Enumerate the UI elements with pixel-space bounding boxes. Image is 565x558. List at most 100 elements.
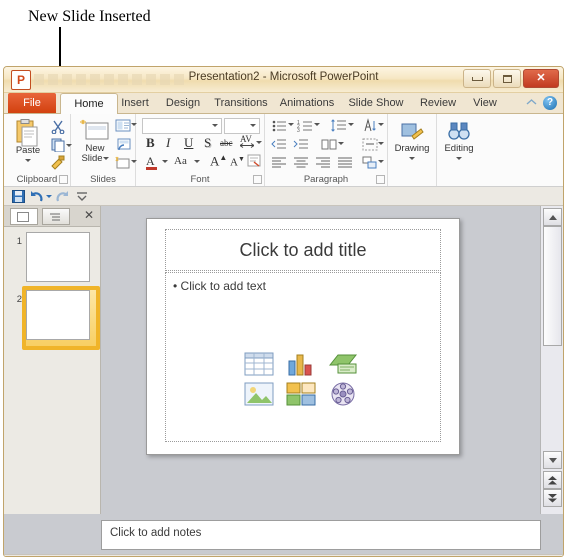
text-shadow-button[interactable]: S (204, 135, 211, 151)
bullets-icon[interactable] (271, 118, 287, 133)
quick-access-toolbar (4, 187, 563, 206)
close-button[interactable]: ✕ (523, 69, 559, 88)
insert-picture-icon[interactable] (244, 381, 274, 407)
minimize-ribbon-icon[interactable] (526, 98, 537, 107)
tab-file[interactable]: File (8, 93, 56, 113)
strikethrough-button[interactable]: abc (220, 138, 233, 148)
bullets-caret[interactable] (288, 123, 294, 126)
paragraph-dialog-launcher[interactable] (376, 175, 385, 184)
title-placeholder[interactable]: Click to add title (165, 229, 441, 271)
font-color-button[interactable]: A (146, 154, 157, 170)
numbering-caret[interactable] (314, 123, 320, 126)
scroll-down-button[interactable] (543, 451, 562, 469)
format-painter-icon[interactable] (50, 155, 66, 170)
vertical-scrollbar[interactable] (540, 206, 563, 514)
previous-slide-button[interactable] (543, 471, 562, 489)
convert-smartart-icon[interactable] (362, 155, 378, 170)
character-spacing-caret[interactable] (256, 141, 262, 144)
ribbon-group-clipboard: Paste Clipboard (4, 114, 72, 186)
clipboard-dialog-launcher[interactable] (59, 175, 68, 184)
shrink-font-button[interactable]: A▼ (230, 155, 245, 169)
section-icon[interactable] (115, 155, 131, 170)
font-family-caret[interactable] (212, 124, 218, 127)
slides-tab-icon (17, 212, 29, 222)
align-left-icon[interactable] (271, 155, 287, 170)
undo-dropdown-caret[interactable] (46, 195, 52, 198)
layout-icon[interactable] (115, 118, 131, 133)
editing-button[interactable]: Editing (439, 120, 479, 165)
insert-table-icon[interactable] (244, 351, 274, 377)
scroll-up-button[interactable] (543, 208, 562, 226)
restore-button[interactable] (493, 69, 521, 88)
drawing-button[interactable]: Drawing (392, 120, 432, 165)
font-size-caret[interactable] (250, 124, 256, 127)
insert-clipart-icon[interactable] (286, 381, 316, 407)
font-size-combo[interactable] (224, 118, 260, 134)
close-panel-button[interactable]: ✕ (84, 209, 94, 221)
insert-smartart-icon[interactable] (328, 351, 358, 377)
next-slide-button[interactable] (543, 489, 562, 507)
current-slide[interactable]: Click to add title • Click to add text (146, 218, 460, 455)
bold-button[interactable]: B (146, 135, 155, 151)
italic-button[interactable]: I (166, 135, 170, 151)
minimize-button[interactable] (463, 69, 491, 88)
line-spacing-caret[interactable] (348, 123, 354, 126)
customize-icon[interactable] (76, 190, 88, 202)
columns-caret[interactable] (338, 142, 344, 145)
notes-pane[interactable]: Click to add notes (101, 520, 541, 550)
grow-font-button[interactable]: A▲ (210, 153, 227, 169)
new-slide-icon (80, 119, 109, 140)
scroll-down-icon (548, 457, 557, 463)
text-direction-caret[interactable] (378, 123, 384, 126)
line-spacing-icon[interactable] (331, 118, 347, 133)
decrease-indent-icon[interactable] (271, 137, 287, 152)
cut-icon[interactable] (50, 119, 66, 134)
work-area: ✕ 1 2 Click to add title • Click to add … (4, 206, 563, 514)
text-direction-icon[interactable] (362, 118, 378, 133)
justify-icon[interactable] (337, 155, 353, 170)
align-right-icon[interactable] (315, 155, 331, 170)
columns-icon[interactable] (321, 137, 337, 152)
insert-chart-icon[interactable] (286, 351, 316, 377)
tab-view[interactable]: View (461, 94, 509, 113)
scroll-up-icon (548, 214, 557, 220)
tab-animations[interactable]: Animations (270, 94, 344, 113)
paste-button[interactable]: Paste (9, 118, 47, 167)
new-slide-button[interactable]: New Slide (75, 118, 115, 164)
underline-button[interactable]: U (184, 135, 193, 151)
paste-icon (16, 119, 38, 147)
outline-tab[interactable] (42, 208, 70, 225)
align-text-caret[interactable] (378, 142, 384, 145)
drawing-dropdown-caret[interactable] (409, 157, 415, 161)
slides-tab[interactable] (10, 208, 38, 225)
insert-media-icon[interactable] (328, 381, 358, 407)
font-dialog-launcher[interactable] (253, 175, 262, 184)
font-color-caret[interactable] (162, 160, 168, 163)
tab-transitions[interactable]: Transitions (204, 94, 278, 113)
change-case-caret[interactable] (194, 160, 200, 163)
align-text-icon[interactable] (362, 137, 378, 152)
character-spacing-button[interactable]: AV (240, 134, 254, 148)
body-placeholder-text: • Click to add text (173, 279, 266, 293)
save-icon[interactable] (12, 190, 25, 203)
undo-icon[interactable] (30, 190, 44, 203)
content-placeholder[interactable]: • Click to add text (165, 272, 441, 442)
tab-slide-show[interactable]: Slide Show (338, 94, 414, 113)
font-family-combo[interactable] (142, 118, 222, 134)
increase-indent-icon[interactable] (293, 137, 309, 152)
title-placeholder-text: Click to add title (239, 240, 367, 260)
numbering-icon[interactable]: 123 (297, 118, 313, 133)
editing-dropdown-caret[interactable] (456, 157, 462, 161)
redo-icon[interactable] (56, 190, 69, 203)
reset-icon[interactable] (115, 137, 131, 152)
scrollbar-thumb[interactable] (543, 226, 562, 346)
clear-formatting-icon[interactable] (246, 153, 262, 168)
change-case-button[interactable]: Aa (174, 155, 187, 167)
copy-icon[interactable] (50, 137, 66, 152)
help-icon[interactable]: ? (543, 96, 557, 110)
new-slide-dropdown-caret[interactable] (102, 156, 109, 160)
tab-review[interactable]: Review (408, 94, 468, 113)
convert-smartart-caret[interactable] (378, 160, 384, 163)
paste-dropdown-caret[interactable] (25, 159, 31, 163)
align-center-icon[interactable] (293, 155, 309, 170)
